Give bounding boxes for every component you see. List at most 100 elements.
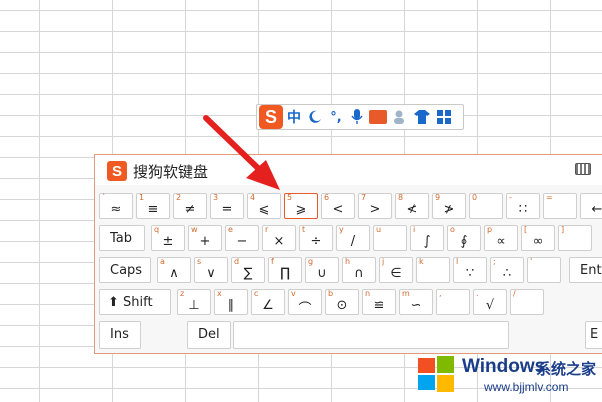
key-symbol: ± — [162, 234, 174, 249]
symbol-key[interactable]: ← — [580, 193, 602, 219]
symbol-key[interactable]: ; ∴ — [490, 257, 524, 283]
key-letter: 6 — [324, 193, 330, 202]
symbol-key[interactable]: . √ — [473, 289, 507, 315]
grid-icon[interactable] — [433, 106, 455, 128]
symbol-key[interactable]: a ∧ — [157, 257, 191, 283]
moon-icon[interactable] — [305, 106, 325, 128]
key-symbol: ⩾ — [295, 202, 307, 217]
symbol-key[interactable]: u — [373, 225, 407, 251]
symbol-key[interactable]: y / — [336, 225, 370, 251]
key-symbol: ∨ — [206, 266, 216, 281]
key-letter: / — [513, 289, 516, 298]
ins-key[interactable]: Ins — [99, 321, 141, 349]
key-letter: f — [271, 257, 274, 266]
symbol-key[interactable]: = — [543, 193, 577, 219]
symbol-key[interactable]: 1 ≡ — [136, 193, 170, 219]
key-symbol: / — [350, 234, 356, 249]
symbol-key[interactable]: [∞ — [521, 225, 555, 251]
key-symbol: ∈ — [390, 266, 402, 281]
key-symbol: = — [221, 202, 233, 217]
key-letter: r — [265, 225, 269, 234]
symbol-key[interactable]: g ∪ — [305, 257, 339, 283]
symbol-key[interactable]: w + — [188, 225, 222, 251]
symbol-key[interactable]: 2 ≠ — [173, 193, 207, 219]
symbol-key[interactable]: l ∵ — [453, 257, 487, 283]
symbol-key[interactable]: ] — [558, 225, 592, 251]
key-symbol: ∷ — [518, 202, 528, 217]
symbol-key[interactable]: z ⊥ — [177, 289, 211, 315]
symbol-key[interactable]: 0 — [469, 193, 503, 219]
tab-key[interactable]: Tab — [99, 225, 145, 251]
symbol-key[interactable]: i ∫ — [410, 225, 444, 251]
key-letter: h — [345, 257, 351, 266]
skin-icon[interactable] — [411, 106, 433, 128]
key-symbol: √ — [485, 298, 495, 313]
symbol-key[interactable]: s ∨ — [194, 257, 228, 283]
watermark-suffix: 系统之家 — [536, 360, 597, 378]
sogou-logo[interactable]: S — [259, 105, 283, 129]
symbol-key[interactable]: q ± — [151, 225, 185, 251]
key-letter: 1 — [139, 193, 145, 202]
symbol-key[interactable]: j ∈ — [379, 257, 413, 283]
shift-key[interactable]: ⬆ Shift — [99, 289, 171, 315]
symbol-key[interactable]: n ≌ — [362, 289, 396, 315]
symbol-key[interactable]: t ÷ — [299, 225, 333, 251]
user-icon[interactable] — [389, 106, 411, 128]
symbol-key[interactable]: 5 ⩾ — [284, 193, 318, 219]
key-letter: q — [154, 225, 160, 234]
windows-logo-icon — [418, 356, 454, 392]
key-letter: , — [439, 289, 442, 298]
symbol-key[interactable]: c ∠ — [251, 289, 285, 315]
symbol-key[interactable]: b ⊙ — [325, 289, 359, 315]
microphone-icon[interactable] — [347, 106, 367, 128]
symbol-key[interactable]: 8 ≮ — [395, 193, 429, 219]
key-symbol: ∑ — [243, 266, 253, 281]
symbol-key[interactable]: - ∷ — [506, 193, 540, 219]
symbol-key[interactable]: e − — [225, 225, 259, 251]
symbol-key[interactable]: h ∩ — [342, 257, 376, 283]
key-letter: u — [376, 225, 382, 234]
key-letter: . — [476, 289, 479, 298]
watermark: Windows 系统之家 www.bjjmlv.com — [412, 350, 602, 402]
key-symbol: ∵ — [465, 266, 475, 281]
key-letter: j — [382, 257, 385, 266]
key-symbol: ∝ — [496, 234, 506, 249]
symbol-key[interactable]: 9 ≯ — [432, 193, 466, 219]
symbol-key[interactable]: 4 ⩽ — [247, 193, 281, 219]
key-symbol: ⊙ — [336, 298, 348, 313]
symbol-key[interactable]: / — [510, 289, 544, 315]
symbol-key[interactable]: v ⌒ — [288, 289, 322, 317]
symbol-key[interactable]: 7 > — [358, 193, 392, 219]
symbol-key[interactable]: k — [416, 257, 450, 283]
symbol-key[interactable]: d ∑ — [231, 257, 265, 283]
key-symbol: ∮ — [460, 234, 468, 249]
symbol-key[interactable]: o ∮ — [447, 225, 481, 251]
symbol-key[interactable]: 3 = — [210, 193, 244, 219]
symbol-key[interactable]: p ∝ — [484, 225, 518, 251]
keyboard-menu-icon[interactable] — [575, 163, 591, 175]
keyboard-icon[interactable] — [367, 106, 389, 128]
symbol-key[interactable]: r × — [262, 225, 296, 251]
enter-key[interactable]: Ent — [569, 257, 602, 283]
symbol-key[interactable]: ' — [527, 257, 561, 283]
symbol-key[interactable]: m ∽ — [399, 289, 433, 315]
key-letter: ' — [530, 257, 533, 266]
chinese-mode-button[interactable]: 中 — [283, 106, 305, 128]
key-letter: [ — [524, 225, 528, 234]
symbol-key[interactable]: f ∏ — [268, 257, 302, 283]
key-letter: e — [228, 225, 233, 234]
punctuation-icon[interactable]: °, — [325, 106, 347, 128]
key-letter: = — [546, 193, 553, 202]
key-letter: - — [509, 193, 512, 202]
keyboard-header: S 搜狗软键盘 — [95, 155, 602, 185]
right-key[interactable]: E — [585, 321, 602, 349]
symbol-key[interactable]: x ∥ — [214, 289, 248, 315]
key-letter: v — [291, 289, 296, 298]
symbol-key[interactable]: ` ≈ — [99, 193, 133, 219]
caps-key[interactable]: Caps — [99, 257, 151, 283]
symbol-key[interactable]: , — [436, 289, 470, 315]
del-key[interactable]: Del — [187, 321, 231, 349]
space-key[interactable] — [233, 321, 509, 349]
symbol-key[interactable]: 6 < — [321, 193, 355, 219]
key-letter: p — [487, 225, 493, 234]
